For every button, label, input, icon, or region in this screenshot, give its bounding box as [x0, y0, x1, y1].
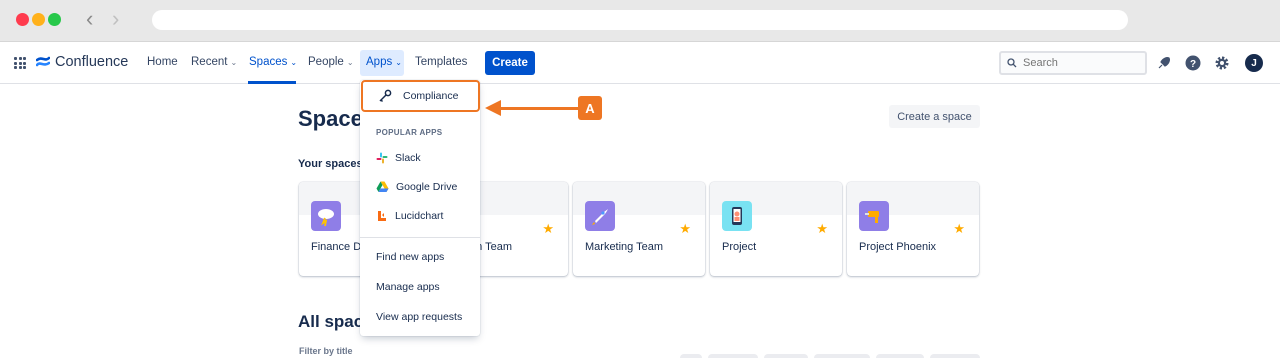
filter-chip[interactable]	[764, 354, 808, 358]
menu-item-lucidchart[interactable]: Lucidchart	[376, 210, 443, 222]
menu-item-label: Google Drive	[396, 181, 458, 193]
nav-people-label: People	[308, 56, 344, 68]
phone-person-icon	[722, 201, 752, 231]
filter-chip[interactable]	[680, 354, 702, 358]
svg-text:?: ?	[1190, 59, 1196, 70]
search-input[interactable]	[1023, 57, 1133, 69]
space-card-name: Project Phoenix	[859, 241, 937, 253]
nav-templates-label: Templates	[415, 56, 468, 68]
nav-recent-label: Recent	[191, 56, 228, 68]
nav-people[interactable]: People ⌄	[308, 56, 354, 68]
search-icon	[1007, 58, 1017, 68]
address-bar[interactable]	[152, 10, 1128, 30]
back-arrow-icon[interactable]: ‹	[86, 8, 102, 30]
filter-chip[interactable]	[930, 354, 980, 358]
active-tab-indicator	[248, 81, 296, 84]
menu-divider	[360, 237, 480, 238]
space-card[interactable]: Project ★	[710, 182, 842, 276]
annotation-marker: A	[578, 96, 602, 120]
close-window-button[interactable]	[16, 13, 29, 26]
minimize-window-button[interactable]	[32, 13, 45, 26]
starred-icon[interactable]: ★	[816, 221, 828, 237]
app-switcher-icon[interactable]	[14, 57, 26, 69]
filter-chip[interactable]	[876, 354, 924, 358]
slack-icon	[376, 152, 388, 164]
filter-by-title-label: Filter by title	[299, 346, 353, 356]
create-button[interactable]: Create	[485, 51, 535, 75]
chevron-down-icon: ⌄	[290, 57, 298, 67]
menu-item-slack[interactable]: Slack	[376, 152, 421, 164]
nav-templates[interactable]: Templates	[415, 56, 467, 68]
annotation-arrow-head	[485, 100, 501, 116]
space-card-name: Marketing Team	[585, 241, 664, 253]
menu-item-label: View app requests	[376, 311, 463, 323]
popular-apps-heading: POPULAR APPS	[376, 128, 443, 137]
chevron-down-icon: ⌄	[230, 57, 238, 67]
storm-cloud-icon	[311, 201, 341, 231]
brand-name: Confluence	[55, 54, 129, 70]
help-icon[interactable]: ?	[1184, 54, 1202, 72]
nav-home[interactable]: Home	[147, 56, 178, 68]
menu-item-label: Find new apps	[376, 251, 445, 263]
starred-icon[interactable]: ★	[542, 221, 554, 237]
drill-icon	[859, 201, 889, 231]
nav-apps[interactable]: Apps ⌄	[366, 56, 402, 68]
search-box[interactable]	[999, 51, 1147, 75]
create-space-button[interactable]: Create a space	[889, 105, 980, 128]
menu-item-google-drive[interactable]: Google Drive	[376, 181, 457, 193]
user-avatar[interactable]: J	[1245, 54, 1263, 72]
browser-chrome: ‹ ›	[0, 0, 1280, 42]
nav-spaces[interactable]: Spaces ⌄	[249, 56, 297, 68]
nav-recent[interactable]: Recent ⌄	[191, 56, 237, 68]
top-navigation: Confluence Home Recent ⌄ Spaces ⌄ People…	[0, 42, 1280, 84]
filter-chip[interactable]	[814, 354, 870, 358]
maximize-window-button[interactable]	[48, 13, 61, 26]
space-card[interactable]: Project Phoenix ★	[847, 182, 979, 276]
annotation-arrow-line	[500, 107, 578, 110]
settings-gear-icon[interactable]	[1213, 54, 1231, 72]
chevron-down-icon: ⌄	[346, 57, 354, 67]
confluence-logo-icon	[36, 56, 50, 67]
space-card[interactable]: Marketing Team ★	[573, 182, 705, 276]
space-card-name: Project	[722, 241, 757, 253]
rocket-icon	[585, 201, 615, 231]
lucidchart-icon	[378, 211, 386, 221]
nav-spaces-label: Spaces	[249, 56, 288, 68]
menu-item-manage-apps[interactable]: Manage apps	[376, 281, 440, 293]
starred-icon[interactable]: ★	[953, 221, 965, 237]
nav-home-label: Home	[147, 56, 178, 68]
menu-item-label: Manage apps	[376, 281, 440, 293]
nav-apps-label: Apps	[366, 56, 393, 68]
forward-arrow-icon[interactable]: ›	[112, 8, 128, 30]
confluence-logo[interactable]: Confluence	[36, 54, 128, 70]
starred-icon[interactable]: ★	[679, 221, 691, 237]
chevron-down-icon: ⌄	[395, 57, 402, 67]
filter-chip[interactable]	[708, 354, 758, 358]
your-spaces-heading: Your spaces	[298, 158, 363, 170]
menu-item-view-app-requests[interactable]: View app requests	[376, 311, 462, 323]
annotation-highlight-box	[361, 80, 480, 112]
menu-item-label: Lucidchart	[395, 210, 444, 222]
apps-dropdown-menu: Compliance POPULAR APPS Slack Google Dri…	[360, 80, 480, 336]
menu-item-find-new-apps[interactable]: Find new apps	[376, 251, 444, 263]
notifications-icon[interactable]	[1155, 54, 1173, 72]
menu-item-label: Slack	[395, 152, 421, 164]
google-drive-icon	[376, 181, 389, 192]
